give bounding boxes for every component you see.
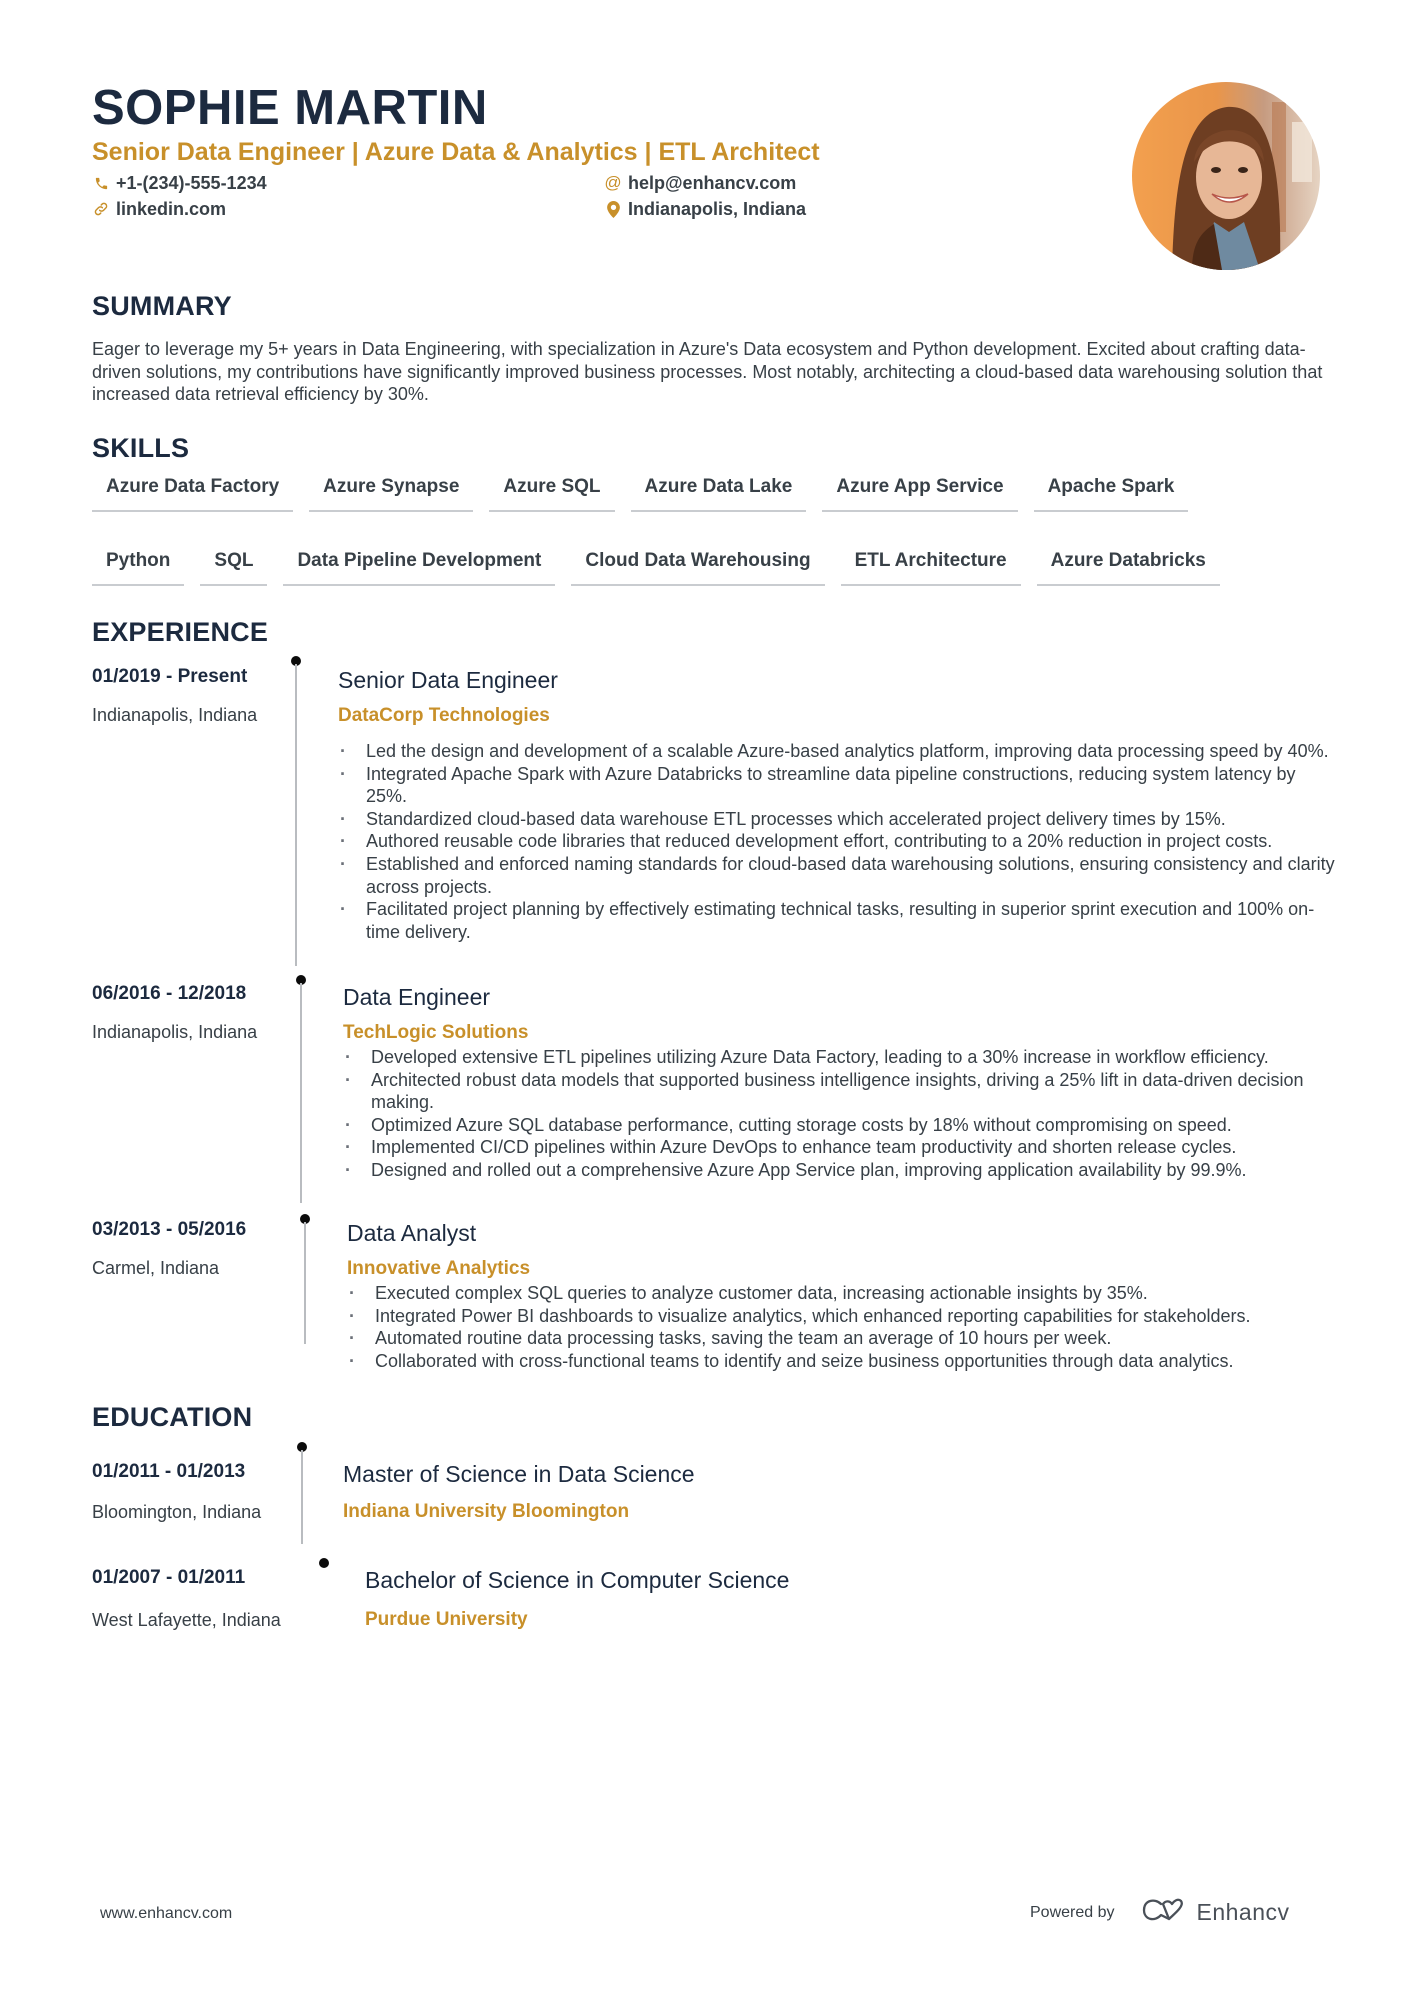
bullet-item: Executed complex SQL queries to analyze … — [347, 1282, 1347, 1305]
at-icon: @ — [604, 173, 622, 192]
degree-title: Bachelor of Science in Computer Science — [365, 1567, 790, 1593]
enhancv-logo-icon — [1141, 1898, 1187, 1927]
skill-tag: ETL Architecture — [840, 548, 1021, 586]
contact-location: Indianapolis, Indiana — [604, 197, 806, 221]
summary-text: Eager to leverage my 5+ years in Data En… — [92, 339, 1323, 404]
job-bullets: Executed complex SQL queries to analyze … — [347, 1282, 1347, 1372]
edu-location: Bloomington, Indiana — [92, 1502, 262, 1522]
bullet-item: Led the design and development of a scal… — [338, 740, 1338, 763]
summary-heading: SUMMARY — [92, 291, 232, 321]
timeline-line — [301, 1450, 303, 1544]
skill-tag: Azure SQL — [489, 474, 615, 512]
contact-link[interactable]: linkedin.com — [92, 197, 226, 221]
skill-tag: Apache Spark — [1033, 474, 1189, 512]
job-bullets: Led the design and development of a scal… — [338, 740, 1338, 943]
bullet-item: Authored reusable code libraries that re… — [338, 830, 1338, 853]
candidate-name: SOPHIE MARTIN — [92, 81, 488, 135]
link-text: linkedin.com — [116, 199, 227, 219]
profile-photo — [1132, 82, 1320, 270]
bullet-item: Integrated Apache Spark with Azure Datab… — [338, 763, 1338, 808]
timeline-dot — [319, 1558, 329, 1568]
job-location: Indianapolis, Indiana — [92, 1022, 258, 1042]
contact-phone[interactable]: +1-(234)-555-1234 — [92, 171, 267, 195]
company-name: Innovative Analytics — [347, 1258, 531, 1279]
job-title: Data Analyst — [347, 1220, 477, 1246]
skill-tag: SQL — [200, 548, 268, 586]
skill-tag: Azure Data Lake — [630, 474, 807, 512]
bullet-item: Integrated Power BI dashboards to visual… — [347, 1305, 1347, 1328]
brand-name: Enhancv — [1196, 1899, 1290, 1925]
bullet-item: Collaborated with cross-functional teams… — [347, 1350, 1347, 1373]
bullet-item: Automated routine data processing tasks,… — [347, 1327, 1347, 1350]
timeline-line — [304, 1222, 306, 1344]
skill-tag: Cloud Data Warehousing — [571, 548, 825, 586]
bullet-item: Designed and rolled out a comprehensive … — [343, 1159, 1343, 1182]
job-dates: 01/2019 - Present — [92, 666, 248, 687]
bullet-item: Implemented CI/CD pipelines within Azure… — [343, 1136, 1343, 1159]
location-text: Indianapolis, Indiana — [628, 199, 807, 219]
edu-dates: 01/2007 - 01/2011 — [92, 1567, 246, 1588]
skill-tag: Azure Synapse — [309, 474, 474, 512]
skill-tag: Azure App Service — [822, 474, 1018, 512]
headline: Senior Data Engineer | Azure Data & Anal… — [92, 138, 820, 166]
skills-list: Azure Data Factory Azure Synapse Azure S… — [92, 474, 1292, 586]
skill-tag: Azure Data Factory — [92, 474, 294, 512]
phone-text: +1-(234)-555-1234 — [116, 173, 267, 193]
education-heading: EDUCATION — [92, 1402, 253, 1432]
email-text: help@enhancv.com — [628, 173, 797, 193]
link-icon — [92, 200, 110, 218]
job-title: Senior Data Engineer — [338, 667, 558, 693]
job-location: Indianapolis, Indiana — [92, 705, 258, 725]
skills-heading: SKILLS — [92, 433, 190, 463]
map-pin-icon — [604, 200, 622, 218]
job-dates: 06/2016 - 12/2018 — [92, 983, 247, 1004]
contact-email[interactable]: @ help@enhancv.com — [604, 171, 796, 195]
bullet-item: Architected robust data models that supp… — [343, 1069, 1343, 1114]
footer-website-link[interactable]: www.enhancv.com — [100, 1905, 232, 1923]
bullet-item: Standardized cloud-based data warehouse … — [338, 808, 1338, 831]
school-name: Purdue University — [365, 1609, 528, 1630]
skill-tag: Python — [92, 548, 185, 586]
skill-tag: Data Pipeline Development — [283, 548, 556, 586]
edu-location: West Lafayette, Indiana — [92, 1610, 281, 1630]
bullet-item: Facilitated project planning by effectiv… — [338, 898, 1338, 943]
job-title: Data Engineer — [343, 984, 491, 1010]
skill-tag: Azure Databricks — [1036, 548, 1220, 586]
job-location: Carmel, Indiana — [92, 1258, 220, 1278]
timeline-line — [300, 983, 302, 1203]
bullet-item: Optimized Azure SQL database performance… — [343, 1114, 1343, 1137]
phone-icon — [92, 174, 110, 192]
footer-branding[interactable]: Powered by Enhancv — [1030, 1898, 1290, 1927]
timeline-line — [295, 664, 297, 966]
school-name: Indiana University Bloomington — [343, 1501, 630, 1522]
job-bullets: Developed extensive ETL pipelines utiliz… — [343, 1046, 1343, 1182]
company-name: DataCorp Technologies — [338, 705, 550, 726]
experience-heading: EXPERIENCE — [92, 617, 269, 647]
bullet-item: Developed extensive ETL pipelines utiliz… — [343, 1046, 1343, 1069]
powered-by-label: Powered by — [1030, 1903, 1115, 1921]
degree-title: Master of Science in Data Science — [343, 1461, 695, 1487]
job-dates: 03/2013 - 05/2016 — [92, 1219, 247, 1240]
bullet-item: Established and enforced naming standard… — [338, 853, 1338, 898]
edu-dates: 01/2011 - 01/2013 — [92, 1461, 246, 1482]
company-name: TechLogic Solutions — [343, 1022, 529, 1043]
